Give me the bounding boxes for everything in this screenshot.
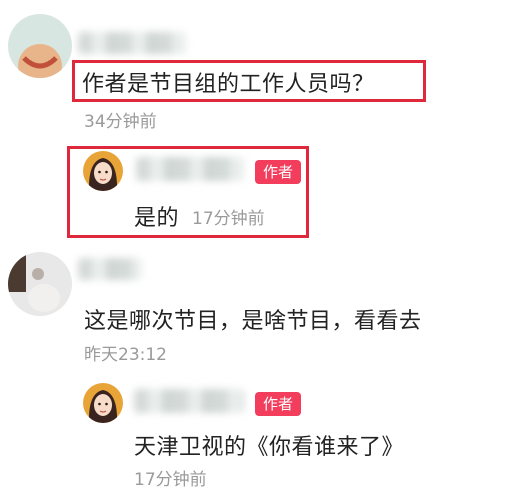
reply-time: 17分钟前 <box>192 209 265 229</box>
commenter-avatar[interactable] <box>8 14 72 78</box>
author-avatar[interactable] <box>83 151 123 191</box>
commenter-username-blurred[interactable] <box>78 258 142 280</box>
reply-time: 17分钟前 <box>134 470 207 490</box>
author-username-blurred[interactable] <box>136 157 244 181</box>
comment-time: 昨天23:12 <box>84 345 167 365</box>
comment-time: 34分钟前 <box>84 112 157 132</box>
reply-text: 是的 <box>134 206 180 231</box>
author-badge: 作者 <box>255 160 302 184</box>
commenter-username-blurred[interactable] <box>78 32 186 54</box>
comment-text: 作者是节目组的工作人员吗？ <box>82 72 375 97</box>
comment-text: 这是哪次节目，是啥节目，看看去 <box>84 309 422 334</box>
author-username-blurred[interactable] <box>134 389 244 413</box>
author-badge: 作者 <box>255 392 302 416</box>
reply-text: 天津卫视的《你看谁来了》 <box>134 435 405 460</box>
author-avatar[interactable] <box>83 383 123 423</box>
commenter-avatar[interactable] <box>8 252 72 316</box>
